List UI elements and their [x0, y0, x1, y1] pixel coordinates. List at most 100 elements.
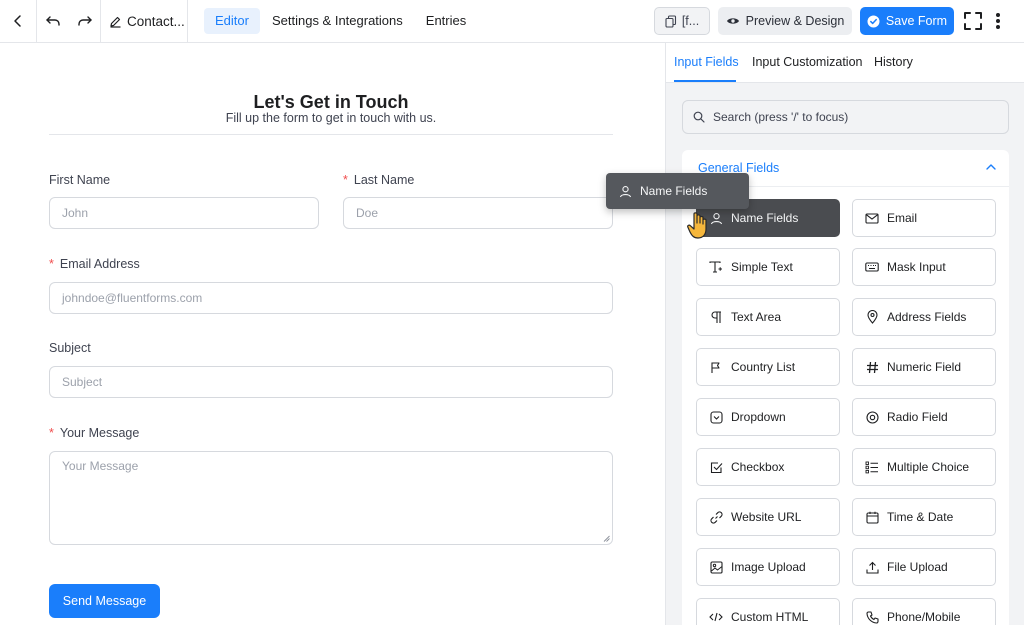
fullscreen-icon — [963, 11, 983, 31]
field-text-area[interactable]: Text Area — [696, 298, 840, 336]
field-time-date[interactable]: Time & Date — [852, 498, 996, 536]
form-divider — [49, 134, 613, 135]
last-name-input[interactable]: Doe — [343, 197, 613, 229]
field-label: Email — [887, 211, 918, 225]
message-label-text: Your Message — [59, 426, 140, 440]
field-checkbox[interactable]: Checkbox — [696, 448, 840, 486]
field-label: Country List — [731, 360, 796, 374]
redo-button[interactable] — [69, 0, 101, 42]
field-address-fields[interactable]: Address Fields — [852, 298, 996, 336]
field-label: Multiple Choice — [887, 460, 970, 474]
field-label: Address Fields — [887, 310, 967, 324]
redo-icon — [77, 14, 93, 28]
save-form-button[interactable]: Save Form — [860, 7, 954, 35]
field-file-upload[interactable]: File Upload — [852, 548, 996, 586]
subject-input[interactable]: Subject — [49, 366, 613, 398]
list-icon — [865, 460, 879, 474]
preview-design-button[interactable]: Preview & Design — [718, 7, 852, 35]
first-name-placeholder: John — [62, 206, 89, 220]
shortcode-label: [f... — [681, 14, 700, 28]
flag-icon — [709, 360, 723, 374]
form-title-text: Contact... — [127, 13, 185, 29]
last-name-label: * Last Name — [343, 173, 414, 187]
field-label: Checkbox — [731, 460, 785, 474]
field-label: Time & Date — [887, 510, 954, 524]
image-icon — [709, 560, 723, 574]
top-toolbar: Contact... Editor Settings & Integration… — [0, 0, 1024, 43]
save-label: Save Form — [885, 14, 948, 28]
tab-input-customization[interactable]: Input Customization — [752, 55, 862, 69]
grab-hand-cursor-icon — [686, 210, 712, 240]
drag-ghost-label: Name Fields — [640, 184, 708, 198]
field-label: Website URL — [731, 510, 802, 524]
pencil-icon — [109, 15, 122, 28]
field-numeric-field[interactable]: Numeric Field — [852, 348, 996, 386]
keyboard-icon — [865, 260, 879, 274]
field-custom-html[interactable]: Custom HTML — [696, 598, 840, 625]
first-name-input[interactable]: John — [49, 197, 319, 229]
preview-label: Preview & Design — [745, 14, 845, 28]
field-email[interactable]: Email — [852, 199, 996, 237]
form-title-edit[interactable]: Contact... — [101, 0, 188, 42]
field-mask-input[interactable]: Mask Input — [852, 248, 996, 286]
dropdown-icon — [709, 410, 723, 424]
tab-input-fields[interactable]: Input Fields — [674, 55, 739, 69]
field-simple-text[interactable]: Simple Text — [696, 248, 840, 286]
field-search-input[interactable]: Search (press '/' to focus) — [682, 100, 1009, 134]
email-label: * Email Address — [49, 257, 140, 271]
chevron-up-icon[interactable] — [985, 162, 997, 172]
back-button[interactable] — [0, 0, 37, 42]
field-label: File Upload — [887, 560, 948, 574]
resize-handle-icon[interactable] — [603, 535, 610, 542]
radio-icon — [865, 410, 879, 424]
required-mark: * — [49, 257, 54, 271]
field-phone-mobile[interactable]: Phone/Mobile — [852, 598, 996, 625]
field-label: Name Fields — [731, 211, 799, 225]
form-heading: Let's Get in Touch — [253, 92, 409, 112]
field-label: Numeric Field — [887, 360, 962, 374]
message-placeholder: Your Message — [62, 459, 139, 473]
field-image-upload[interactable]: Image Upload — [696, 548, 840, 586]
general-fields-panel: General Fields Name Fields Email Simple … — [682, 150, 1009, 625]
field-dropdown[interactable]: Dropdown — [696, 398, 840, 436]
tab-editor[interactable]: Editor — [204, 8, 260, 34]
checkbox-icon — [709, 460, 723, 474]
field-country-list[interactable]: Country List — [696, 348, 840, 386]
undo-button[interactable] — [37, 0, 69, 42]
text-cursor-icon — [709, 260, 723, 274]
sidebar-tabs: Input Fields Input Customization History — [666, 43, 1024, 83]
field-label: Image Upload — [731, 560, 806, 574]
field-multiple-choice[interactable]: Multiple Choice — [852, 448, 996, 486]
field-radio-field[interactable]: Radio Field — [852, 398, 996, 436]
field-label: Phone/Mobile — [887, 610, 961, 624]
fullscreen-button[interactable] — [962, 7, 984, 35]
subject-placeholder: Subject — [62, 375, 103, 389]
first-name-label-text: First Name — [49, 173, 111, 187]
email-placeholder: johndoe@fluentforms.com — [62, 291, 203, 305]
undo-icon — [45, 14, 61, 28]
field-label: Custom HTML — [731, 610, 809, 624]
drag-ghost-name-fields: Name Fields — [606, 173, 749, 209]
field-website-url[interactable]: Website URL — [696, 498, 840, 536]
check-circle-icon — [867, 15, 880, 28]
kebab-menu-icon — [995, 12, 1001, 30]
more-options-button[interactable] — [990, 7, 1006, 35]
active-tab-indicator — [674, 80, 736, 82]
tab-history[interactable]: History — [874, 55, 913, 69]
last-name-label-text: Last Name — [353, 173, 415, 187]
chevron-left-icon — [11, 14, 25, 28]
envelope-icon — [865, 211, 879, 225]
field-label: Dropdown — [731, 410, 786, 424]
paragraph-icon — [709, 310, 723, 324]
subject-label-text: Subject — [49, 341, 91, 355]
send-message-button[interactable]: Send Message — [49, 584, 160, 618]
message-textarea[interactable]: Your Message — [49, 451, 613, 545]
calendar-icon — [865, 510, 879, 524]
required-mark: * — [343, 173, 348, 187]
shortcode-button[interactable]: [f... — [654, 7, 710, 35]
email-input[interactable]: johndoe@fluentforms.com — [49, 282, 613, 314]
field-label: Text Area — [731, 310, 782, 324]
required-mark: * — [49, 426, 54, 440]
tab-entries[interactable]: Entries — [415, 8, 477, 34]
tab-settings-integrations[interactable]: Settings & Integrations — [261, 8, 414, 34]
